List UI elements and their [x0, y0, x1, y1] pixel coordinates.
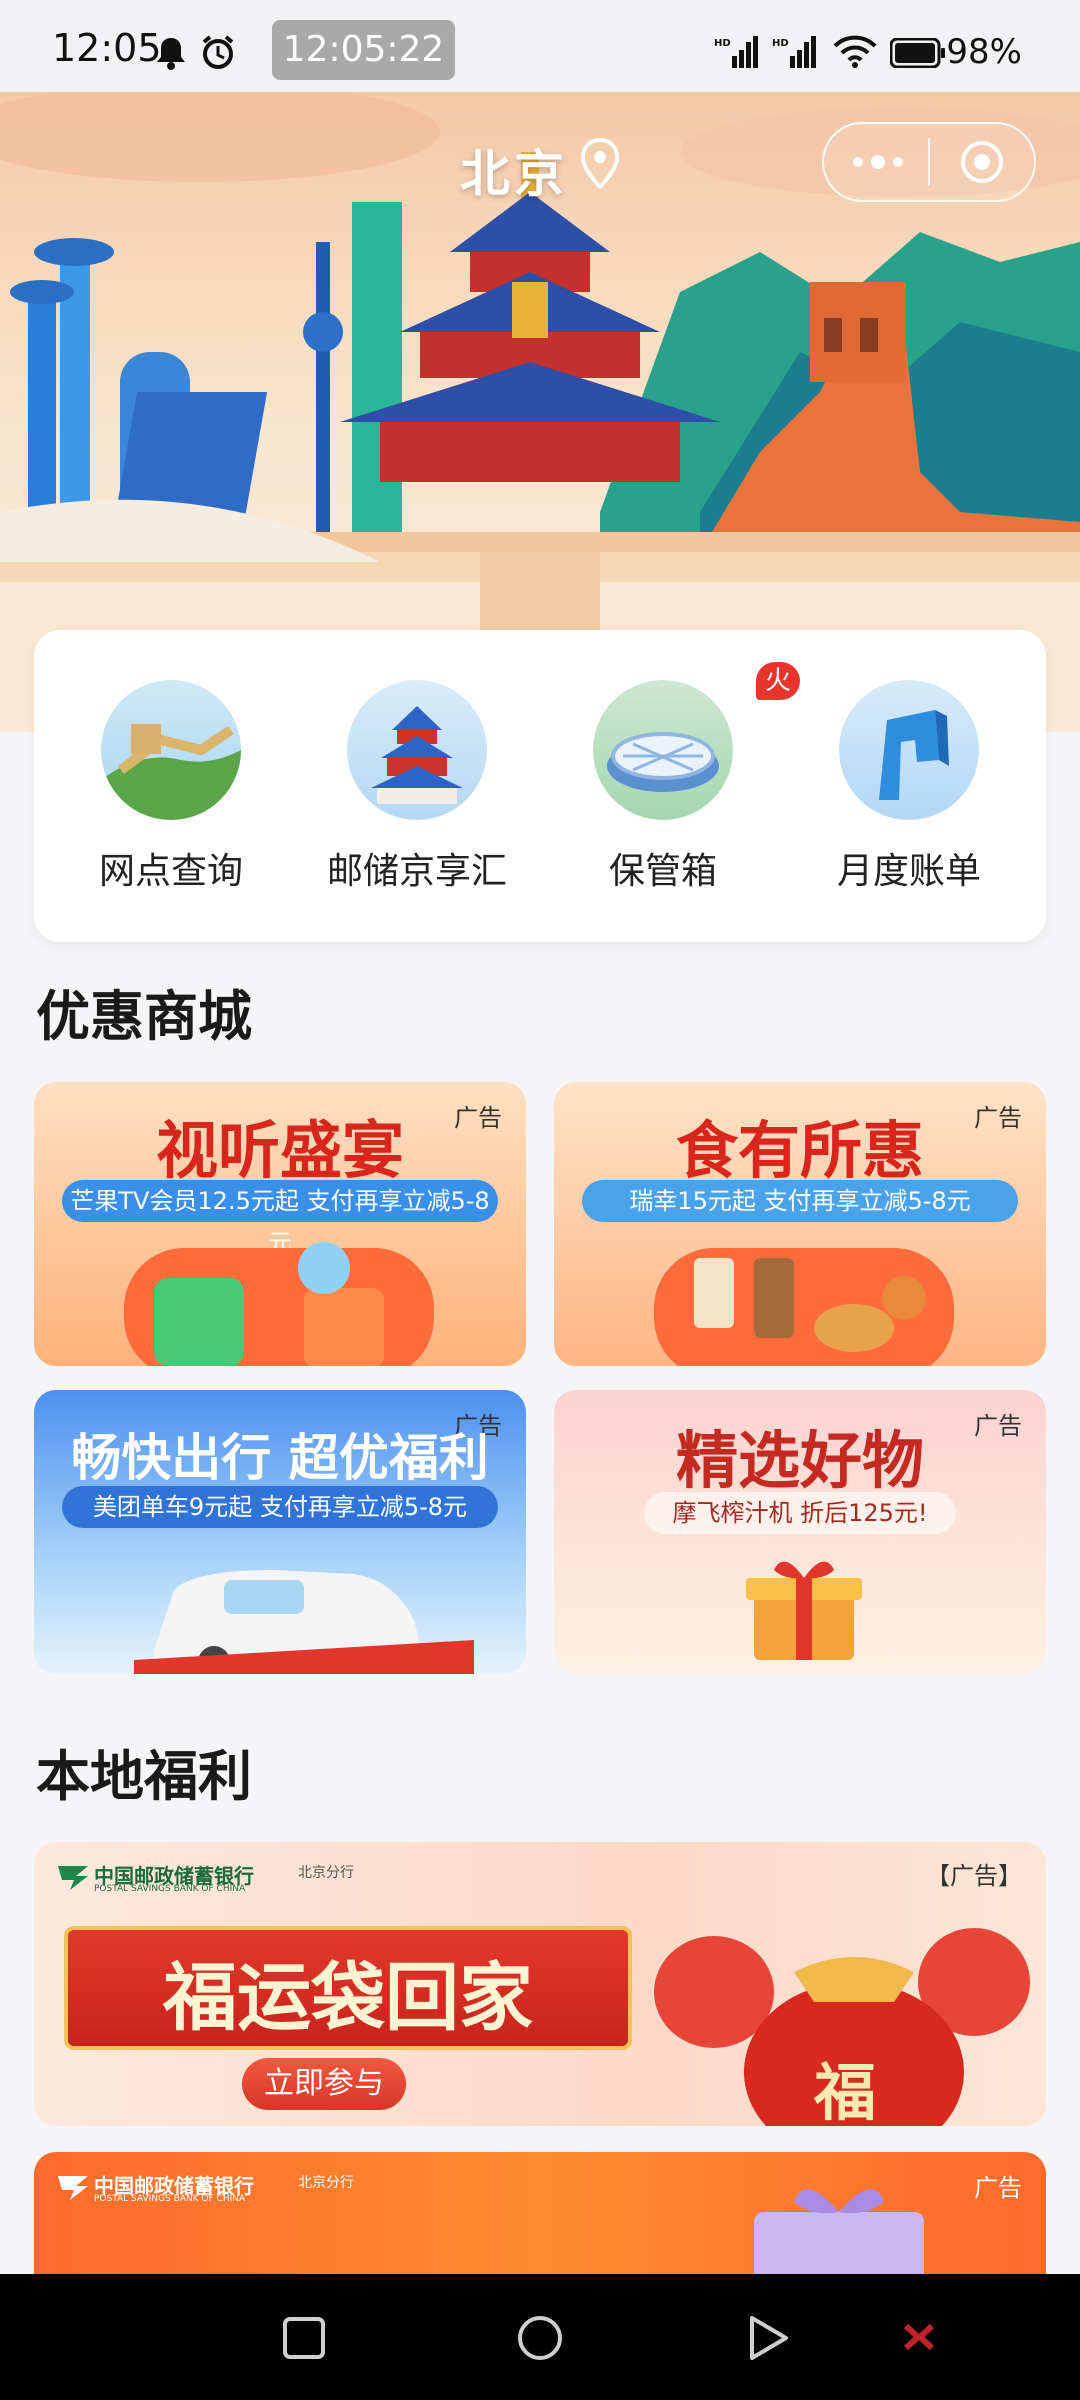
cctv-tower-icon: [839, 680, 979, 820]
local-section-title: 本地福利: [36, 1745, 252, 1808]
tv-gift-illustration: [124, 1242, 434, 1366]
clock-badge: 12:05:22: [272, 20, 455, 80]
card-subtitle: 美团单车9元起 支付再享立减5-8元: [62, 1486, 498, 1528]
banner-title: 福运袋回家: [163, 1955, 533, 2041]
bell-icon: [157, 38, 185, 70]
quick-label: 网点查询: [98, 851, 243, 892]
promo-banner-2[interactable]: 中国邮政储蓄银行 POSTAL SAVINGS BANK OF CHINA 北京…: [34, 2152, 1046, 2282]
mall-card-food[interactable]: 广告 食有所惠 瑞幸15元起 支付再享立减5-8元: [554, 1082, 1046, 1366]
capsule-divider: [928, 138, 930, 186]
status-bar: 12:05 12:05:22 HD HD 98%: [0, 0, 1080, 92]
battery-percent: 98%: [946, 32, 1022, 72]
mini-program-capsule: [822, 122, 1036, 202]
battery-icon: [890, 38, 945, 68]
card-title: 畅快出行 超优福利: [71, 1429, 489, 1487]
temple-of-heaven-icon: [347, 680, 487, 820]
psbc-logo-icon: [58, 2176, 88, 2200]
wifi-icon: [833, 35, 877, 68]
quick-item-monthly-bill[interactable]: 月度账单: [794, 680, 1024, 894]
svg-text:HD: HD: [714, 38, 731, 49]
great-wall-icon: [101, 680, 241, 820]
alarm-icon: [202, 35, 234, 69]
card-title: 视听盛宴: [155, 1114, 404, 1187]
status-time: 12:05: [52, 26, 162, 70]
svg-text:HD: HD: [772, 38, 789, 49]
psbc-logo-icon: [58, 1866, 88, 1890]
mall-card-video[interactable]: 广告 视听盛宴 芒果TV会员12.5元起 支付再享立减5-8元: [34, 1082, 526, 1366]
card-subtitle: 摩飞榨汁机 折后125元!: [644, 1492, 956, 1534]
card-subtitle: 瑞幸15元起 支付再享立减5-8元: [582, 1180, 1018, 1222]
card-title: 食有所惠: [675, 1114, 924, 1187]
car-illustration: [134, 1570, 474, 1674]
card-subtitle: 芒果TV会员12.5元起 支付再享立减5-8元: [62, 1180, 498, 1257]
quick-label: 邮储京享汇: [326, 851, 507, 892]
home-icon[interactable]: [516, 2314, 564, 2362]
watermark-logo-icon: [903, 2323, 935, 2351]
mall-card-travel[interactable]: 广告 畅快出行 超优福利 美团单车9元起 支付再享立减5-8元: [34, 1390, 526, 1674]
recent-apps-icon[interactable]: [282, 2316, 326, 2360]
branch-name: 北京分行: [298, 2175, 354, 2191]
lucky-bag-banner[interactable]: 中国邮政储蓄银行 POSTAL SAVINGS BANK OF CHINA 北京…: [34, 1842, 1046, 2126]
quick-item-jingxianghui[interactable]: 邮储京享汇: [302, 680, 532, 894]
mall-section-title: 优惠商城: [36, 985, 252, 1048]
signal-icon: HD: [714, 36, 758, 68]
gift-box-icon: [746, 1561, 862, 1660]
location-pin-icon[interactable]: [580, 138, 620, 190]
fu-character: 福: [814, 2056, 877, 2126]
birds-nest-stadium-icon: [593, 680, 733, 820]
food-illustration: [654, 1248, 954, 1366]
mall-card-goods[interactable]: 广告 精选好物 摩飞榨汁机 折后125元!: [554, 1390, 1046, 1674]
close-target-icon[interactable]: [958, 138, 1006, 186]
back-icon[interactable]: [746, 2314, 790, 2362]
join-now-button[interactable]: 立即参与: [242, 2058, 406, 2110]
more-icon[interactable]: [850, 148, 906, 176]
branch-name: 北京分行: [298, 1865, 354, 1881]
bank-name-en: POSTAL SAVINGS BANK OF CHINA: [94, 2194, 246, 2204]
bank-name-en: POSTAL SAVINGS BANK OF CHINA: [94, 1884, 246, 1894]
card-title: 精选好物: [675, 1424, 924, 1497]
signal-icon-2: HD: [772, 36, 816, 68]
quick-item-safe-box[interactable]: 保管箱: [548, 680, 778, 894]
city-title[interactable]: 北京: [460, 134, 568, 206]
quick-label: 保管箱: [608, 851, 717, 892]
quick-label: 月度账单: [836, 851, 981, 892]
quick-item-branch-query[interactable]: 网点查询: [56, 680, 286, 894]
gift-illustration: [754, 2189, 924, 2282]
quick-actions-card: 网点查询 邮储京享汇 保管箱 火 月度账单: [34, 630, 1046, 942]
system-nav-bar: [0, 2274, 1080, 2400]
